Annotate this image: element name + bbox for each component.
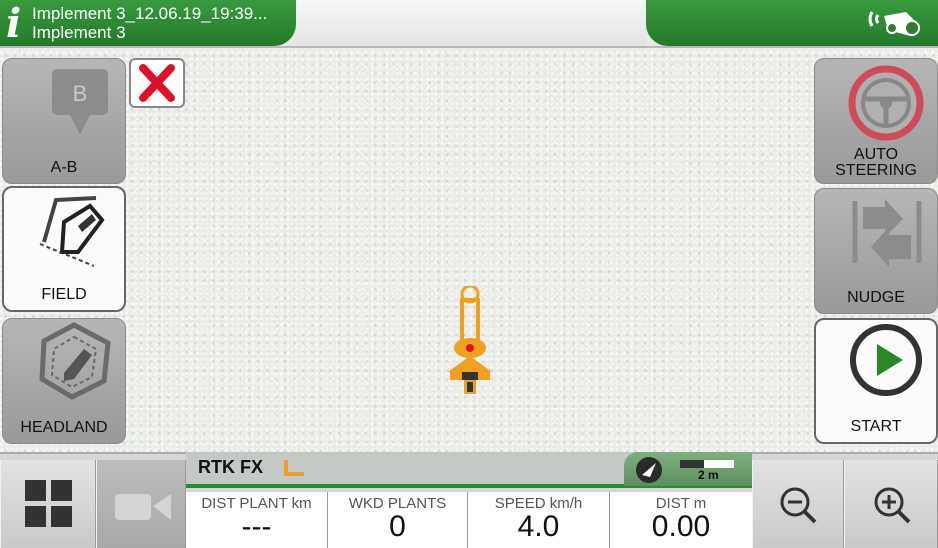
- zoom-in-icon: [874, 487, 911, 524]
- zoom-in-button[interactable]: [844, 460, 938, 548]
- headland-button[interactable]: HEADLAND: [2, 318, 126, 444]
- auto-steering-button[interactable]: AUTO STEERING: [814, 58, 938, 184]
- ab-pin-icon: B: [52, 69, 108, 135]
- stat-speed: SPEED km/h 4.0: [468, 492, 610, 548]
- top-bar: i Implement 3_12.06.19_19:39... Implemen…: [0, 0, 938, 48]
- camera-button[interactable]: [96, 460, 186, 548]
- start-label: START: [850, 418, 902, 435]
- grid-icon: [25, 480, 72, 527]
- info-icon[interactable]: i: [6, 2, 21, 46]
- field-edit-icon: [39, 196, 105, 267]
- zoom-out-button[interactable]: [752, 460, 844, 548]
- close-button[interactable]: [129, 58, 185, 108]
- stats-strip: RTK FX 2 m DIST PLANT km --- WKD PLANTS …: [186, 452, 752, 548]
- ab-line-label: A-B: [50, 159, 78, 176]
- ab-line-button[interactable]: B A-B: [2, 58, 126, 184]
- status-tab[interactable]: [646, 0, 938, 46]
- stat-wkd-plants: WKD PLANTS 0: [328, 492, 468, 548]
- auto-steering-label: AUTO STEERING: [815, 147, 937, 179]
- implement-title-tab[interactable]: i Implement 3_12.06.19_19:39... Implemen…: [0, 0, 296, 46]
- stat-value: 4.0: [517, 510, 560, 543]
- camera-icon: [115, 494, 171, 520]
- ab-letter: B: [73, 81, 88, 106]
- stat-value: 0.00: [651, 510, 711, 543]
- close-icon: [139, 64, 175, 102]
- wireless-tractor-icon: [868, 11, 920, 36]
- stat-dist: DIST m 0.00: [610, 492, 752, 548]
- nudge-button[interactable]: NUDGE: [814, 188, 938, 314]
- zoom-out-icon: [780, 487, 817, 524]
- headland-icon: [39, 322, 111, 400]
- auto-steering-label-line1: AUTO: [853, 146, 899, 163]
- map-scale[interactable]: 2 m: [624, 452, 752, 486]
- stat-dist-plant: DIST PLANT km ---: [186, 492, 328, 548]
- play-icon: [850, 324, 922, 396]
- nudge-label: NUDGE: [847, 289, 905, 306]
- signal-level-icon: [284, 460, 304, 476]
- menu-grid-button[interactable]: [0, 460, 96, 548]
- implement-subtitle: Implement 3: [32, 23, 126, 42]
- field-button[interactable]: FIELD: [2, 186, 126, 312]
- steering-wheel-icon: [848, 65, 924, 141]
- auto-steering-label-line2: STEERING: [835, 162, 917, 179]
- tractor-icon: [448, 286, 492, 394]
- stat-value: 0: [389, 510, 406, 543]
- field-map[interactable]: [0, 50, 938, 452]
- field-label: FIELD: [41, 286, 87, 303]
- gps-status-bar: RTK FX 2 m: [186, 452, 752, 488]
- top-bar-middle: [296, 0, 646, 46]
- gps-mode-label: RTK FX: [198, 457, 263, 477]
- scale-label: 2 m: [698, 468, 719, 482]
- nudge-arrows-icon: [852, 199, 922, 267]
- stat-value: ---: [241, 510, 272, 543]
- start-button[interactable]: START: [814, 318, 938, 444]
- headland-label: HEADLAND: [20, 419, 108, 436]
- implement-title: Implement 3_12.06.19_19:39...: [32, 4, 268, 23]
- north-compass-icon: [636, 457, 662, 483]
